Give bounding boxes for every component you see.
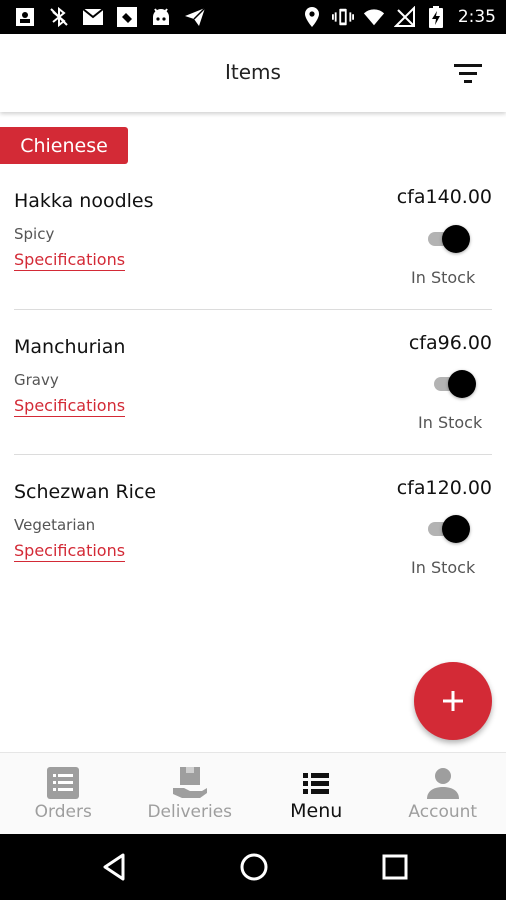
android-icon <box>150 6 172 28</box>
home-icon <box>240 853 268 881</box>
app-icon <box>116 6 138 28</box>
nav-account[interactable]: Account <box>380 753 506 834</box>
status-time: 2:35 <box>457 7 496 27</box>
no-signal-icon <box>393 6 416 28</box>
toggle-thumb <box>448 370 476 398</box>
stock-status: In Stock <box>411 558 476 577</box>
back-button[interactable] <box>99 852 129 882</box>
divider <box>14 454 492 455</box>
add-item-button[interactable] <box>414 662 492 740</box>
stock-status: In Stock <box>418 413 483 432</box>
location-icon <box>301 6 323 28</box>
back-icon <box>103 853 125 881</box>
item-name: Manchurian <box>14 336 126 358</box>
nav-label: Deliveries <box>147 802 233 822</box>
orders-list-icon <box>45 765 81 801</box>
recents-icon <box>382 854 408 880</box>
specifications-link[interactable]: Specifications <box>14 250 126 271</box>
item-name: Hakka noodles <box>14 190 154 212</box>
nav-orders[interactable]: Orders <box>0 753 127 834</box>
nav-menu[interactable]: Menu <box>253 753 380 834</box>
stock-toggle[interactable] <box>426 514 470 544</box>
toggle-thumb <box>442 515 470 543</box>
stock-toggle[interactable] <box>426 224 470 254</box>
filter-button[interactable] <box>452 60 484 86</box>
bottom-navigation: Orders Deliveries Menu Account <box>0 752 506 834</box>
menu-item: Manchurian Gravy Specifications cfa96.00… <box>14 332 492 466</box>
item-price: cfa140.00 <box>396 186 492 208</box>
filter-icon <box>454 64 482 83</box>
nav-label: Account <box>408 802 478 822</box>
bluetooth-off-icon <box>48 6 70 28</box>
specifications-link[interactable]: Specifications <box>14 396 126 417</box>
item-name: Schezwan Rice <box>14 481 157 503</box>
divider <box>14 309 492 310</box>
page-title: Items <box>225 60 281 84</box>
item-description: Spicy <box>14 225 55 243</box>
item-price: cfa120.00 <box>396 477 492 499</box>
system-navigation-bar <box>0 834 506 900</box>
wifi-icon <box>363 6 385 28</box>
home-button[interactable] <box>239 852 269 882</box>
nav-label: Orders <box>34 802 92 822</box>
plus-icon <box>443 691 463 711</box>
battery-charging-icon <box>425 6 447 28</box>
category-label: Chienese <box>0 127 128 164</box>
menu-item: Schezwan Rice Vegetarian Specifications … <box>14 477 492 611</box>
item-description: Gravy <box>14 371 59 389</box>
delivery-box-icon <box>172 765 208 801</box>
stock-toggle[interactable] <box>432 369 476 399</box>
person-icon <box>425 765 461 801</box>
app-bar: Items <box>0 34 506 112</box>
menu-item: Hakka noodles Spicy Specifications cfa14… <box>14 186 492 320</box>
menu-list-icon <box>298 765 334 801</box>
toggle-thumb <box>442 225 470 253</box>
mail-icon <box>82 6 104 28</box>
status-bar: 2:35 <box>0 0 506 34</box>
send-icon <box>184 6 206 28</box>
recents-button[interactable] <box>380 852 410 882</box>
specifications-link[interactable]: Specifications <box>14 541 126 562</box>
nav-label: Menu <box>290 800 343 822</box>
vibrate-icon <box>331 6 354 28</box>
stock-status: In Stock <box>411 268 476 287</box>
nav-deliveries[interactable]: Deliveries <box>127 753 254 834</box>
contact-card-icon <box>14 6 36 28</box>
item-description: Vegetarian <box>14 516 96 534</box>
item-price: cfa96.00 <box>408 332 492 354</box>
